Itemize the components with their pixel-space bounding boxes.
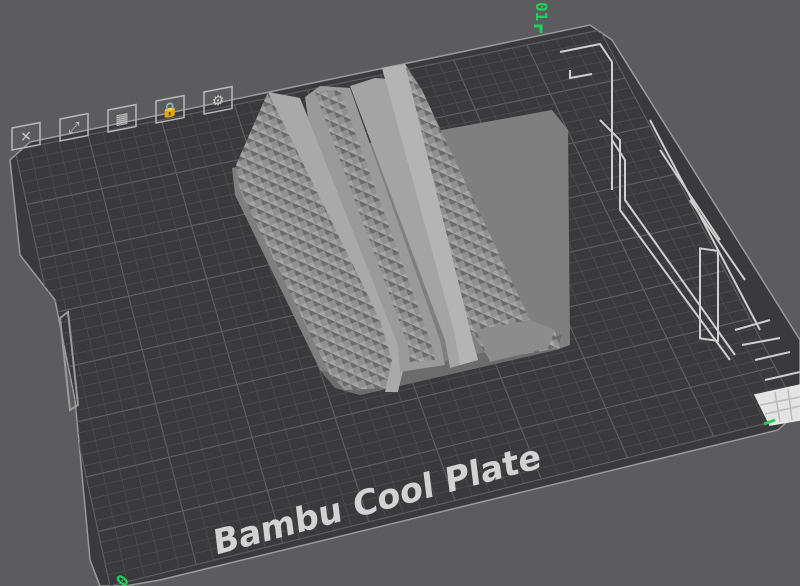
lock-plate-icon-glyph: 🔒	[161, 101, 178, 120]
axis-marker-top	[534, 24, 543, 33]
delete-plate-icon-glyph: ✕	[20, 128, 32, 146]
3d-viewport[interactable]: 01 0 ✕ ⤢ ▦ 🔒 ⚙ Bambu Cool Plate	[0, 0, 800, 586]
axis-label-y: 01	[532, 2, 551, 21]
arrange-plate-icon-glyph: ▦	[115, 110, 128, 128]
plate-settings-icon-glyph: ⚙	[212, 92, 225, 110]
orient-plate-icon-glyph: ⤢	[68, 119, 79, 137]
viewport-canvas[interactable]: 01 0 ✕ ⤢ ▦ 🔒 ⚙ Bambu Cool Plate	[0, 0, 800, 586]
